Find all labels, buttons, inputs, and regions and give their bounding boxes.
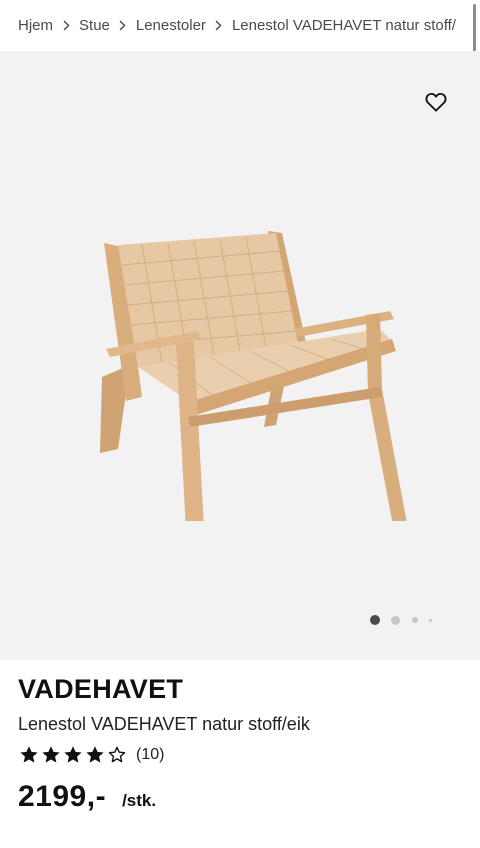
breadcrumb-link-home[interactable]: Hjem (18, 17, 53, 34)
gallery-pagination-dots (370, 615, 432, 625)
product-rating[interactable]: (10) (18, 744, 164, 766)
favorite-button[interactable] (422, 89, 450, 115)
breadcrumb-link-stue[interactable]: Stue (79, 17, 110, 34)
breadcrumb-link-lenestoler[interactable]: Lenestoler (136, 17, 206, 34)
chevron-right-icon (53, 17, 79, 34)
chevron-right-icon (110, 17, 136, 34)
gallery-dot-active[interactable] (370, 615, 380, 625)
star-outline-icon (108, 746, 126, 763)
breadcrumb-current-product[interactable]: Lenestol VADEHAVET natur stoff/ (232, 17, 456, 34)
star-filled-icon (42, 746, 60, 763)
gallery-dot[interactable] (391, 615, 400, 625)
breadcrumb: Hjem Stue Lenestoler Lenestol VADEHAVET … (0, 0, 480, 50)
heart-outline-icon (425, 92, 447, 112)
product-image-gallery[interactable] (0, 51, 480, 660)
gallery-dot[interactable] (429, 618, 432, 622)
star-filled-icon (20, 746, 38, 763)
star-filled-icon (86, 746, 104, 763)
price-unit: /stk. (122, 791, 157, 810)
price-row: 2199,- /stk. (18, 780, 156, 814)
gallery-dot[interactable] (412, 617, 418, 623)
star-filled-icon (64, 746, 82, 763)
product-description: Lenestol VADEHAVET natur stoff/eik (18, 714, 310, 734)
product-price: 2199,- (18, 780, 107, 813)
review-count[interactable]: (10) (136, 746, 164, 764)
chevron-right-icon (206, 17, 232, 34)
product-image-armchair (100, 231, 407, 521)
product-name: VADEHAVET (18, 674, 184, 704)
